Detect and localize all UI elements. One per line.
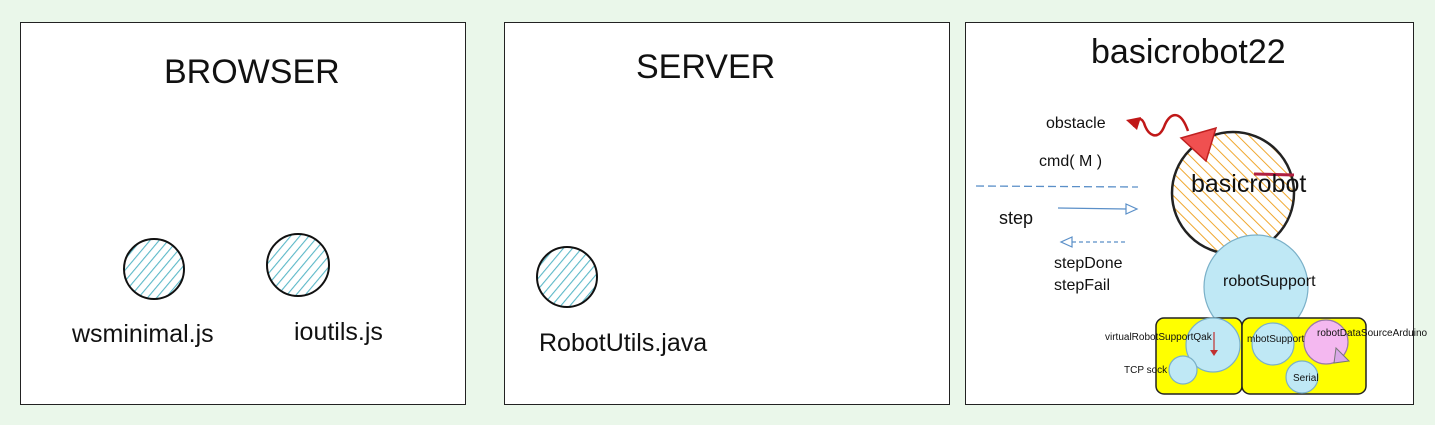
ioutils-label: ioutils.js — [294, 318, 383, 346]
tcp-socket-label: TCP sock — [1124, 365, 1168, 376]
mbot-support-label: mbotSupport — [1247, 334, 1305, 345]
obstacle-label: obstacle — [1046, 115, 1106, 132]
stepfail-label: stepFail — [1054, 277, 1111, 294]
server-panel: SERVER RobotUtils.java — [504, 22, 950, 405]
stepdone-label: stepDone — [1054, 255, 1123, 272]
datasource-label: robotDataSourceArduino — [1317, 328, 1428, 339]
robotsupport-label: robotSupport — [1223, 273, 1316, 290]
robot-diagram — [975, 113, 1367, 395]
robotutils-label: RobotUtils.java — [539, 329, 708, 357]
wsminimal-node — [123, 238, 185, 300]
tcp-socket-circle — [1168, 355, 1198, 385]
obstacle-arrow — [1132, 113, 1190, 137]
virtual-support-label: virtualRobotSupportQak — [1105, 332, 1212, 343]
step-arrowhead — [1125, 203, 1139, 215]
serial-label: Serial — [1293, 373, 1319, 384]
step-label: step — [999, 208, 1034, 228]
basicrobot-label: basicrobot — [1191, 170, 1307, 198]
robot-title: basicrobot22 — [1091, 33, 1286, 71]
wsminimal-label: wsminimal.js — [72, 320, 214, 348]
robotutils-node — [536, 246, 598, 308]
robot-panel: basicrobot22 basicrobot obstacle cmd( M … — [965, 22, 1427, 405]
stepdone-arrowhead — [1059, 236, 1073, 248]
browser-panel: BROWSER wsminimal.js ioutils.js — [20, 22, 466, 405]
cmd-label: cmd( M ) — [1039, 153, 1103, 170]
cmd-line — [975, 185, 1139, 188]
step-arrow — [1057, 207, 1127, 210]
ioutils-node — [266, 233, 330, 297]
obstacle-arrowhead — [1126, 117, 1141, 130]
